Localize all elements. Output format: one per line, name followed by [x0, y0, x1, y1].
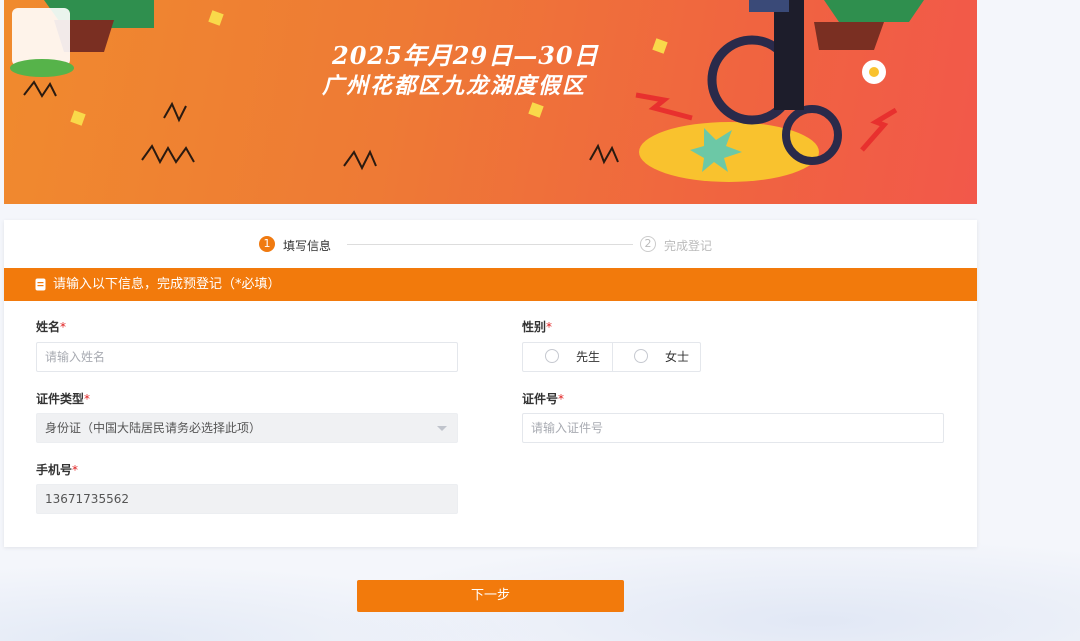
- name-input[interactable]: 请输入姓名: [36, 342, 458, 372]
- id-number-label: 证件号*: [522, 390, 564, 407]
- step-label: 填写信息: [283, 239, 332, 253]
- phone-label-text: 手机号: [36, 463, 73, 477]
- gender-label: 性别*: [522, 318, 552, 335]
- required-mark: *: [60, 320, 67, 334]
- gender-option-label: 先生: [576, 350, 601, 364]
- phone-input[interactable]: 13671735562: [36, 484, 458, 514]
- banner-illustration: [10, 0, 924, 182]
- notice-bar: 请输入以下信息，完成预登记（*必填）: [4, 268, 977, 301]
- name-label: 姓名*: [36, 318, 66, 335]
- progress-steps: 1 填写信息 2 完成登记: [4, 236, 977, 256]
- id-type-value: 身份证（中国大陆居民请务必选择此项）: [45, 421, 262, 435]
- required-mark: *: [72, 463, 79, 477]
- id-number-placeholder: 请输入证件号: [531, 421, 604, 435]
- event-banner: 2025年月29日—30日 广州花都区九龙湖度假区: [4, 0, 977, 204]
- id-type-label-text: 证件类型: [36, 392, 85, 406]
- gender-option-ms[interactable]: 女士: [612, 343, 701, 371]
- id-type-select[interactable]: 身份证（中国大陆居民请务必选择此项）: [36, 413, 458, 443]
- notice-text: 请输入以下信息，完成预登记（*必填）: [53, 277, 281, 292]
- phone-label: 手机号*: [36, 461, 78, 478]
- step-divider: [347, 244, 633, 245]
- required-mark: *: [558, 392, 565, 406]
- banner-location: 广州花都区九龙湖度假区: [322, 73, 587, 99]
- id-type-label: 证件类型*: [36, 390, 90, 407]
- document-icon: [35, 278, 46, 291]
- registration-card: 1 填写信息 2 完成登记 请输入以下信息，完成预登记（*必填） 姓名* 请输入…: [4, 220, 977, 547]
- gender-radio-group: 先生 女士: [522, 342, 701, 372]
- chevron-down-icon: [437, 426, 447, 431]
- step-label: 完成登记: [664, 239, 713, 253]
- gender-label-text: 性别: [522, 320, 547, 334]
- banner-date: 2025年月29日—30日: [332, 41, 599, 70]
- required-mark: *: [84, 392, 91, 406]
- name-label-text: 姓名: [36, 320, 61, 334]
- id-number-label-text: 证件号: [522, 392, 559, 406]
- radio-circle-icon[interactable]: [634, 349, 648, 363]
- required-mark: *: [546, 320, 553, 334]
- step-number: 1: [259, 236, 275, 252]
- gender-option-mr[interactable]: 先生: [523, 343, 613, 371]
- radio-circle-icon[interactable]: [545, 349, 559, 363]
- name-placeholder: 请输入姓名: [45, 350, 106, 364]
- next-step-button[interactable]: 下一步: [357, 580, 624, 612]
- gender-option-label: 女士: [665, 350, 690, 364]
- phone-value: 13671735562: [45, 492, 129, 506]
- step-number: 2: [640, 236, 656, 252]
- id-number-input[interactable]: 请输入证件号: [522, 413, 944, 443]
